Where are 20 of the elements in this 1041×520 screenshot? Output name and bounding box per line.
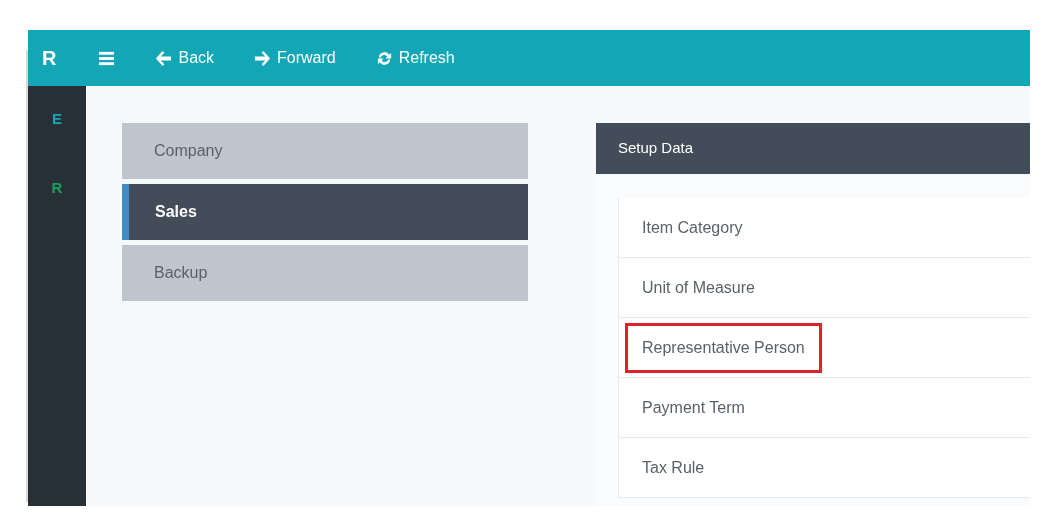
menu-icon (98, 49, 116, 67)
arrow-right-icon (254, 49, 272, 67)
menu-item[interactable]: Company (122, 123, 528, 179)
setup-link[interactable]: Item Category (625, 202, 760, 253)
refresh-button[interactable]: Refresh (375, 46, 455, 70)
arrow-left-icon (155, 49, 173, 67)
panel-title: Setup Data (596, 123, 1030, 174)
sidebar-item[interactable]: E (52, 108, 62, 131)
logo: R (42, 46, 57, 71)
forward-button[interactable]: Forward (254, 46, 336, 70)
setup-link[interactable]: Payment Term (625, 382, 762, 433)
sidebar-item[interactable]: R (51, 176, 63, 199)
setup-link[interactable]: Representative Person (625, 322, 822, 373)
menu-button[interactable] (98, 49, 116, 67)
setup-link[interactable]: Tax Rule (625, 442, 722, 493)
setup-link[interactable]: Unit of Measure (625, 262, 772, 313)
back-button[interactable]: Back (155, 46, 215, 70)
menu-item[interactable]: Sales (122, 184, 528, 240)
refresh-icon (375, 49, 393, 67)
menu-item[interactable]: Backup (122, 245, 528, 301)
